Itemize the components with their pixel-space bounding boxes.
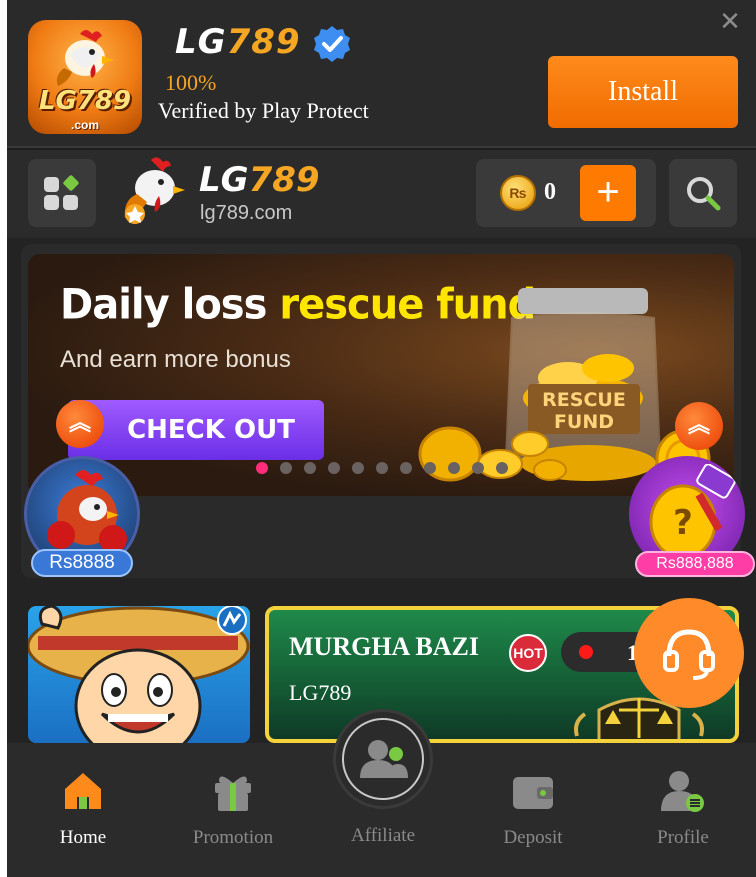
search-button[interactable] <box>669 159 737 227</box>
logo-789: 789 <box>248 160 320 200</box>
carousel-dot[interactable] <box>424 462 436 474</box>
users-icon <box>360 740 408 778</box>
mystery-egg-hammer-icon: ? <box>649 464 736 560</box>
promo-banner[interactable]: Daily loss rescue fund And earn more bon… <box>28 254 734 496</box>
carousel-dot[interactable] <box>376 462 388 474</box>
murgha-provider: LG789 <box>289 680 352 705</box>
murgha-title: MURGHA BAZI <box>289 632 479 661</box>
carousel-dot[interactable] <box>328 462 340 474</box>
wallet-icon <box>513 777 553 809</box>
bottom-navigation: Home Promotion Affiliate Deposit Profile <box>7 709 756 877</box>
luffy-game-art <box>28 606 250 743</box>
nav-affiliate[interactable] <box>333 709 433 809</box>
jackpot-amount-right: Rs888,888 <box>635 551 755 577</box>
chevron-up-icon[interactable]: ︽ <box>675 402 723 450</box>
gift-icon <box>215 776 251 811</box>
chevron-up-icon: ︽ <box>56 400 104 448</box>
rating-text: 100% <box>165 70 217 95</box>
add-funds-button[interactable]: + <box>580 165 636 221</box>
grid-menu-icon <box>44 175 79 210</box>
menu-button[interactable] <box>28 159 96 227</box>
app-icon: LG789 .com <box>28 20 142 134</box>
profile-icon <box>661 771 704 812</box>
logo-domain: lg789.com <box>200 202 293 224</box>
banner-subtitle: And earn more bonus <box>60 346 291 373</box>
nav-home-label: Home <box>59 827 107 848</box>
carousel-dot[interactable] <box>304 462 316 474</box>
search-icon <box>687 177 721 211</box>
balance-value: 0 <box>544 179 556 205</box>
banner-title-white: Daily loss <box>60 280 280 330</box>
logo-lg: LG <box>199 160 249 200</box>
nav-profile[interactable]: Profile <box>623 769 743 859</box>
carousel-dot[interactable] <box>472 462 484 474</box>
hot-badge: HOT <box>509 634 547 672</box>
nav-deposit[interactable]: Deposit <box>473 769 593 859</box>
install-banner: LG789 .com LG789 100% Verified by Play P… <box>7 0 756 148</box>
verified-text: Verified by Play Protect <box>158 98 369 123</box>
nav-deposit-label: Deposit <box>503 827 563 848</box>
carousel-dot[interactable] <box>400 462 412 474</box>
svg-text:?: ? <box>673 503 693 543</box>
home-icon <box>65 773 101 809</box>
nav-promotion-label: Promotion <box>192 827 274 848</box>
app-icon-text: LG789 <box>38 86 132 116</box>
verified-badge-icon <box>314 26 350 62</box>
app-icon-subtext: .com <box>70 118 99 132</box>
nav-affiliate-label: Affiliate <box>350 825 415 846</box>
check-out-button[interactable]: CHECK OUT <box>68 400 324 460</box>
nav-profile-label: Profile <box>657 827 709 848</box>
live-dot-icon <box>579 645 593 659</box>
carousel-dots <box>256 462 508 474</box>
carousel-dot[interactable] <box>448 462 460 474</box>
nav-promotion[interactable]: Promotion <box>173 769 293 859</box>
install-button[interactable]: Install <box>548 56 738 128</box>
logo-text[interactable]: LG789 <box>199 160 320 200</box>
logo-rooster-icon <box>124 157 185 224</box>
top-header: LG789 lg789.com ₨ 0 + <box>7 150 756 238</box>
affiliate-ring <box>342 718 424 800</box>
rooster-icon <box>56 30 114 86</box>
wallet-balance: ₨ 0 + <box>476 159 656 227</box>
app-frame: LG789 .com LG789 100% Verified by Play P… <box>7 0 756 877</box>
rupee-coin-icon: ₨ <box>500 175 536 211</box>
app-name-lg: LG <box>175 22 227 62</box>
carousel-dot[interactable] <box>256 462 268 474</box>
game-card-luffy[interactable] <box>28 606 250 743</box>
banner-title: Daily loss rescue fund <box>60 280 536 330</box>
app-name-789: 789 <box>226 22 301 62</box>
banner-title-highlight: rescue fund <box>279 280 536 330</box>
headset-icon <box>663 629 715 680</box>
close-icon[interactable]: ✕ <box>717 8 743 34</box>
jackpot-amount-left: Rs8888 <box>31 549 133 577</box>
carousel-dot[interactable] <box>352 462 364 474</box>
app-name: LG789 <box>175 22 301 62</box>
carousel-dot[interactable] <box>496 462 508 474</box>
nav-home[interactable]: Home <box>23 769 143 859</box>
carousel-dot[interactable] <box>280 462 292 474</box>
customer-support-button[interactable] <box>634 598 744 708</box>
